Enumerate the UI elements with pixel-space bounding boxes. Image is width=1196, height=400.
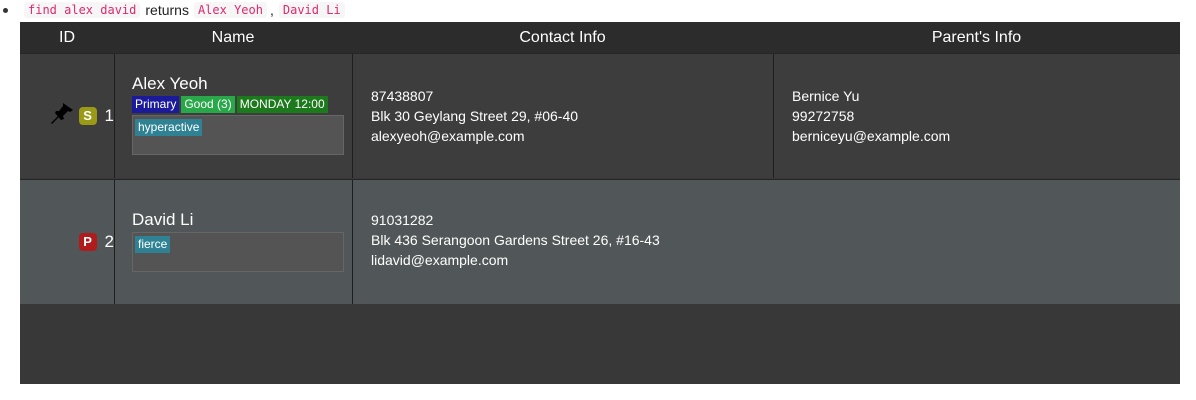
result-code-1: Alex Yeoh	[193, 2, 267, 18]
tag-primary: Primary	[132, 96, 180, 113]
caption: find alex david returns Alex Yeoh , Davi…	[0, 0, 345, 20]
pushpin-icon	[49, 101, 75, 130]
name-cell: David Li fierce	[132, 180, 344, 272]
phone-text: 87438807	[371, 88, 434, 104]
header-contact: Contact Info	[519, 29, 606, 46]
table-row[interactable]: S 1 Alex Yeoh Primary Good (3) MONDAY 12…	[20, 53, 1180, 178]
id-cell: S 1	[20, 54, 114, 177]
table-header: ID Name Contact Info Parent's Info	[20, 22, 1180, 53]
person-name: David Li	[132, 210, 194, 229]
address-text: Blk 436 Serangoon Gardens Street 26, #16…	[371, 232, 660, 248]
tag-list: Primary Good (3) MONDAY 12:00	[132, 96, 344, 113]
header-name: Name	[211, 29, 255, 46]
header-parent: Parent's Info	[931, 29, 1022, 46]
result-separator: ,	[269, 2, 274, 18]
level-badge: P	[78, 232, 97, 251]
column-divider	[352, 180, 353, 304]
parent-phone-text: 99272758	[792, 108, 855, 124]
parent-cell: Bernice Yu 99272758 berniceyu@example.co…	[792, 86, 950, 146]
table-row[interactable]: P 2 David Li fierce 91031282 Blk 436 Ser…	[20, 179, 1180, 304]
column-divider	[114, 54, 115, 178]
name-cell: Alex Yeoh Primary Good (3) MONDAY 12:00 …	[132, 54, 344, 155]
note-tag: hyperactive	[135, 119, 203, 136]
person-id: 2	[104, 231, 114, 251]
notes-box: hyperactive	[132, 115, 344, 155]
contact-cell: 87438807 Blk 30 Geylang Street 29, #06-4…	[371, 86, 578, 146]
phone-text: 91031282	[371, 212, 434, 228]
tag-grade: Good (3)	[181, 96, 235, 113]
tag-schedule: MONDAY 12:00	[236, 96, 328, 113]
id-cell: P 2	[20, 180, 114, 303]
level-badge: S	[78, 106, 97, 125]
email-text: lidavid@example.com	[371, 252, 509, 268]
header-id: ID	[59, 29, 75, 46]
note-tag: fierce	[135, 236, 171, 253]
person-id: 1	[104, 105, 114, 125]
contact-cell: 91031282 Blk 436 Serangoon Gardens Stree…	[371, 210, 660, 270]
command-code: find alex david	[24, 2, 141, 18]
column-divider	[773, 54, 774, 178]
column-divider	[114, 180, 115, 304]
email-text: alexyeoh@example.com	[371, 128, 525, 144]
column-divider	[352, 54, 353, 178]
person-name: Alex Yeoh	[132, 74, 208, 93]
address-text: Blk 30 Geylang Street 29, #06-40	[371, 108, 579, 124]
person-list-panel: ID Name Contact Info Parent's Info S 1 A…	[20, 22, 1180, 384]
parent-email-text: berniceyu@example.com	[792, 128, 951, 144]
result-code-2: David Li	[278, 2, 345, 18]
returns-text: returns	[145, 2, 189, 18]
parent-name-text: Bernice Yu	[792, 88, 860, 104]
bullet	[3, 7, 8, 13]
notes-box: fierce	[132, 232, 344, 272]
